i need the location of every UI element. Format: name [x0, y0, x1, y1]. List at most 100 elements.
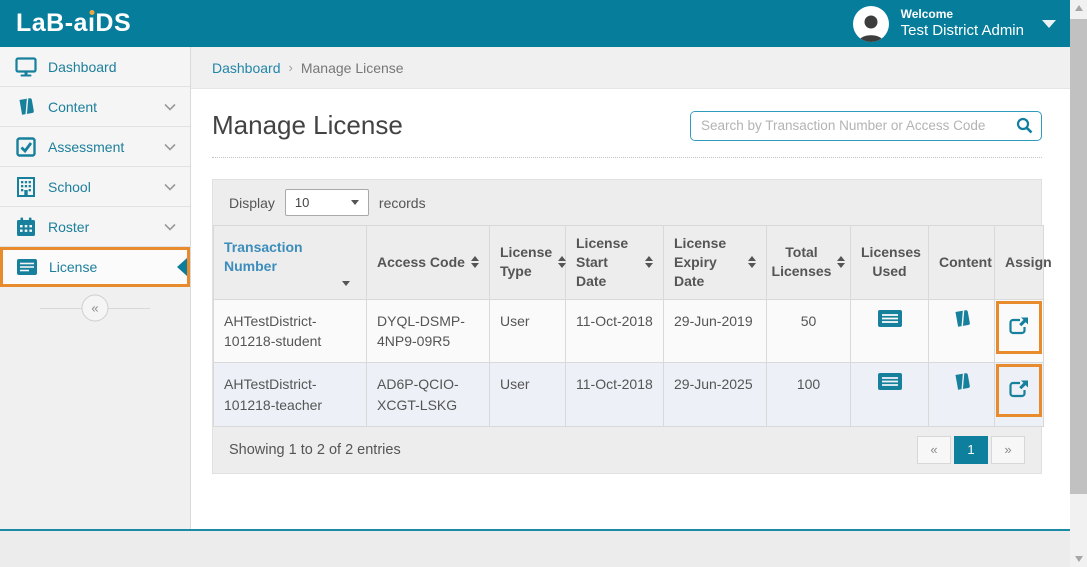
- pagination-next-button[interactable]: »: [991, 436, 1025, 464]
- table-footer: Showing 1 to 2 of 2 entries « 1 »: [213, 427, 1041, 473]
- book-icon: [14, 96, 38, 118]
- license-table: Transaction Number Access Code: [213, 225, 1044, 427]
- sidebar-item-label: Assessment: [48, 139, 164, 155]
- records-label: records: [379, 195, 426, 211]
- column-header-license-start-date[interactable]: License Start Date: [566, 226, 664, 300]
- cell-license-type: User: [490, 363, 566, 427]
- column-header-total-licenses[interactable]: Total Licenses: [767, 226, 851, 300]
- person-icon: [857, 12, 885, 42]
- share-icon: [1008, 316, 1030, 336]
- licenses-used-button[interactable]: [877, 309, 903, 331]
- sidebar-item-roster[interactable]: Roster: [0, 207, 190, 247]
- sidebar-collapse-button[interactable]: «: [82, 295, 109, 322]
- cell-license-type: User: [490, 299, 566, 363]
- top-header-bar: LaB-aıDS Welcome Test District Admin: [0, 0, 1070, 47]
- table-header-row: Transaction Number Access Code: [214, 226, 1044, 300]
- book-icon: [952, 309, 972, 329]
- breadcrumb-separator: ›: [289, 60, 293, 75]
- column-label: License Start Date: [576, 234, 639, 291]
- column-label: Content: [939, 254, 992, 270]
- next-chevrons-icon: »: [1004, 442, 1011, 457]
- sort-both-icon: [471, 256, 479, 268]
- cell-licenses-used: [851, 299, 929, 363]
- breadcrumb: Dashboard › Manage License: [191, 47, 1070, 89]
- sort-both-icon: [837, 256, 845, 268]
- cell-access-code: DYQL-DSMP-4NP9-09R5: [367, 299, 490, 363]
- cell-content: [929, 363, 995, 427]
- scrollbar-thumb[interactable]: [1070, 19, 1087, 494]
- scrollbar-up-arrow[interactable]: [1070, 0, 1087, 16]
- arrow-up-icon: [1075, 5, 1083, 11]
- search-input[interactable]: [691, 112, 1007, 140]
- pagination-prev-button[interactable]: «: [917, 436, 951, 464]
- sidebar-item-label: Dashboard: [48, 59, 178, 75]
- cell-transaction-number: AHTestDistrict-101218-student: [214, 299, 367, 363]
- sidebar-item-content[interactable]: Content: [0, 87, 190, 127]
- book-icon: [952, 372, 972, 392]
- table-row: AHTestDistrict-101218-teacher AD6P-QCIO-…: [214, 363, 1044, 427]
- cell-license-start-date: 11-Oct-2018: [566, 299, 664, 363]
- cell-assign: [995, 363, 1044, 427]
- breadcrumb-dashboard-link[interactable]: Dashboard: [212, 60, 281, 76]
- breadcrumb-current: Manage License: [301, 60, 404, 76]
- arrow-down-icon: [1075, 556, 1083, 562]
- column-header-access-code[interactable]: Access Code: [367, 226, 490, 300]
- logo-text-part2: DS: [95, 9, 131, 38]
- scrollbar-down-arrow[interactable]: [1070, 551, 1087, 567]
- cell-assign: [995, 299, 1044, 363]
- pagination-page-1-button[interactable]: 1: [954, 436, 988, 464]
- column-header-licenses-used: Licenses Used: [851, 226, 929, 300]
- column-header-license-type[interactable]: License Type: [490, 226, 566, 300]
- scrollbar-track[interactable]: [1070, 16, 1087, 551]
- column-label: Total Licenses: [772, 243, 832, 281]
- licenses-used-button[interactable]: [877, 372, 903, 394]
- sidebar-nav: Dashboard Content Assessment: [0, 47, 190, 529]
- content-button[interactable]: [952, 372, 972, 395]
- assign-button[interactable]: [1008, 379, 1030, 402]
- display-records-control: Display 10 records: [213, 180, 1041, 225]
- lab-aids-logo[interactable]: LaB-aıDS: [16, 9, 131, 38]
- select-caret-icon: [351, 200, 359, 205]
- assign-highlight-box: [996, 364, 1042, 417]
- share-icon: [1008, 379, 1030, 399]
- list-icon: [877, 372, 903, 391]
- user-menu[interactable]: Welcome Test District Admin: [853, 6, 1056, 42]
- cell-license-expiry-date: 29-Jun-2019: [664, 299, 767, 363]
- column-label: License Type: [500, 243, 552, 281]
- sidebar-collapse-row: «: [0, 287, 190, 329]
- user-text: Welcome Test District Admin: [901, 7, 1024, 41]
- main-area: Dashboard › Manage License Manage Licens…: [190, 47, 1070, 529]
- active-item-arrow-icon: [177, 258, 187, 276]
- page-footer: [0, 531, 1070, 567]
- sidebar-item-license[interactable]: License: [0, 247, 190, 287]
- building-icon: [14, 176, 38, 198]
- page-number: 1: [967, 442, 974, 457]
- license-table-panel: Display 10 records: [212, 179, 1042, 474]
- chevron-down-icon: [164, 138, 176, 156]
- selected-value: 10: [295, 195, 309, 210]
- collapse-chevrons-icon: «: [91, 301, 98, 316]
- column-label: Transaction Number: [224, 238, 356, 276]
- sidebar-item-school[interactable]: School: [0, 167, 190, 207]
- user-menu-caret-icon[interactable]: [1042, 20, 1056, 28]
- search-button[interactable]: [1007, 112, 1041, 140]
- search-icon: [1016, 117, 1033, 134]
- column-header-license-expiry-date[interactable]: License Expiry Date: [664, 226, 767, 300]
- chevron-down-icon: [164, 98, 176, 116]
- content-button[interactable]: [952, 309, 972, 332]
- column-label: Access Code: [377, 253, 465, 272]
- check-square-icon: [14, 136, 38, 158]
- welcome-label: Welcome: [901, 7, 1024, 22]
- list-card-icon: [15, 256, 39, 278]
- assign-button[interactable]: [1008, 316, 1030, 339]
- assign-highlight-box: [996, 301, 1042, 354]
- display-label: Display: [229, 195, 275, 211]
- column-header-transaction-number[interactable]: Transaction Number: [214, 226, 367, 300]
- cell-access-code: AD6P-QCIO-XCGT-LSKG: [367, 363, 490, 427]
- cell-transaction-number: AHTestDistrict-101218-teacher: [214, 363, 367, 427]
- cell-license-start-date: 11-Oct-2018: [566, 363, 664, 427]
- display-records-select[interactable]: 10: [285, 189, 369, 216]
- chevron-down-icon: [164, 218, 176, 236]
- sidebar-item-assessment[interactable]: Assessment: [0, 127, 190, 167]
- sidebar-item-dashboard[interactable]: Dashboard: [0, 47, 190, 87]
